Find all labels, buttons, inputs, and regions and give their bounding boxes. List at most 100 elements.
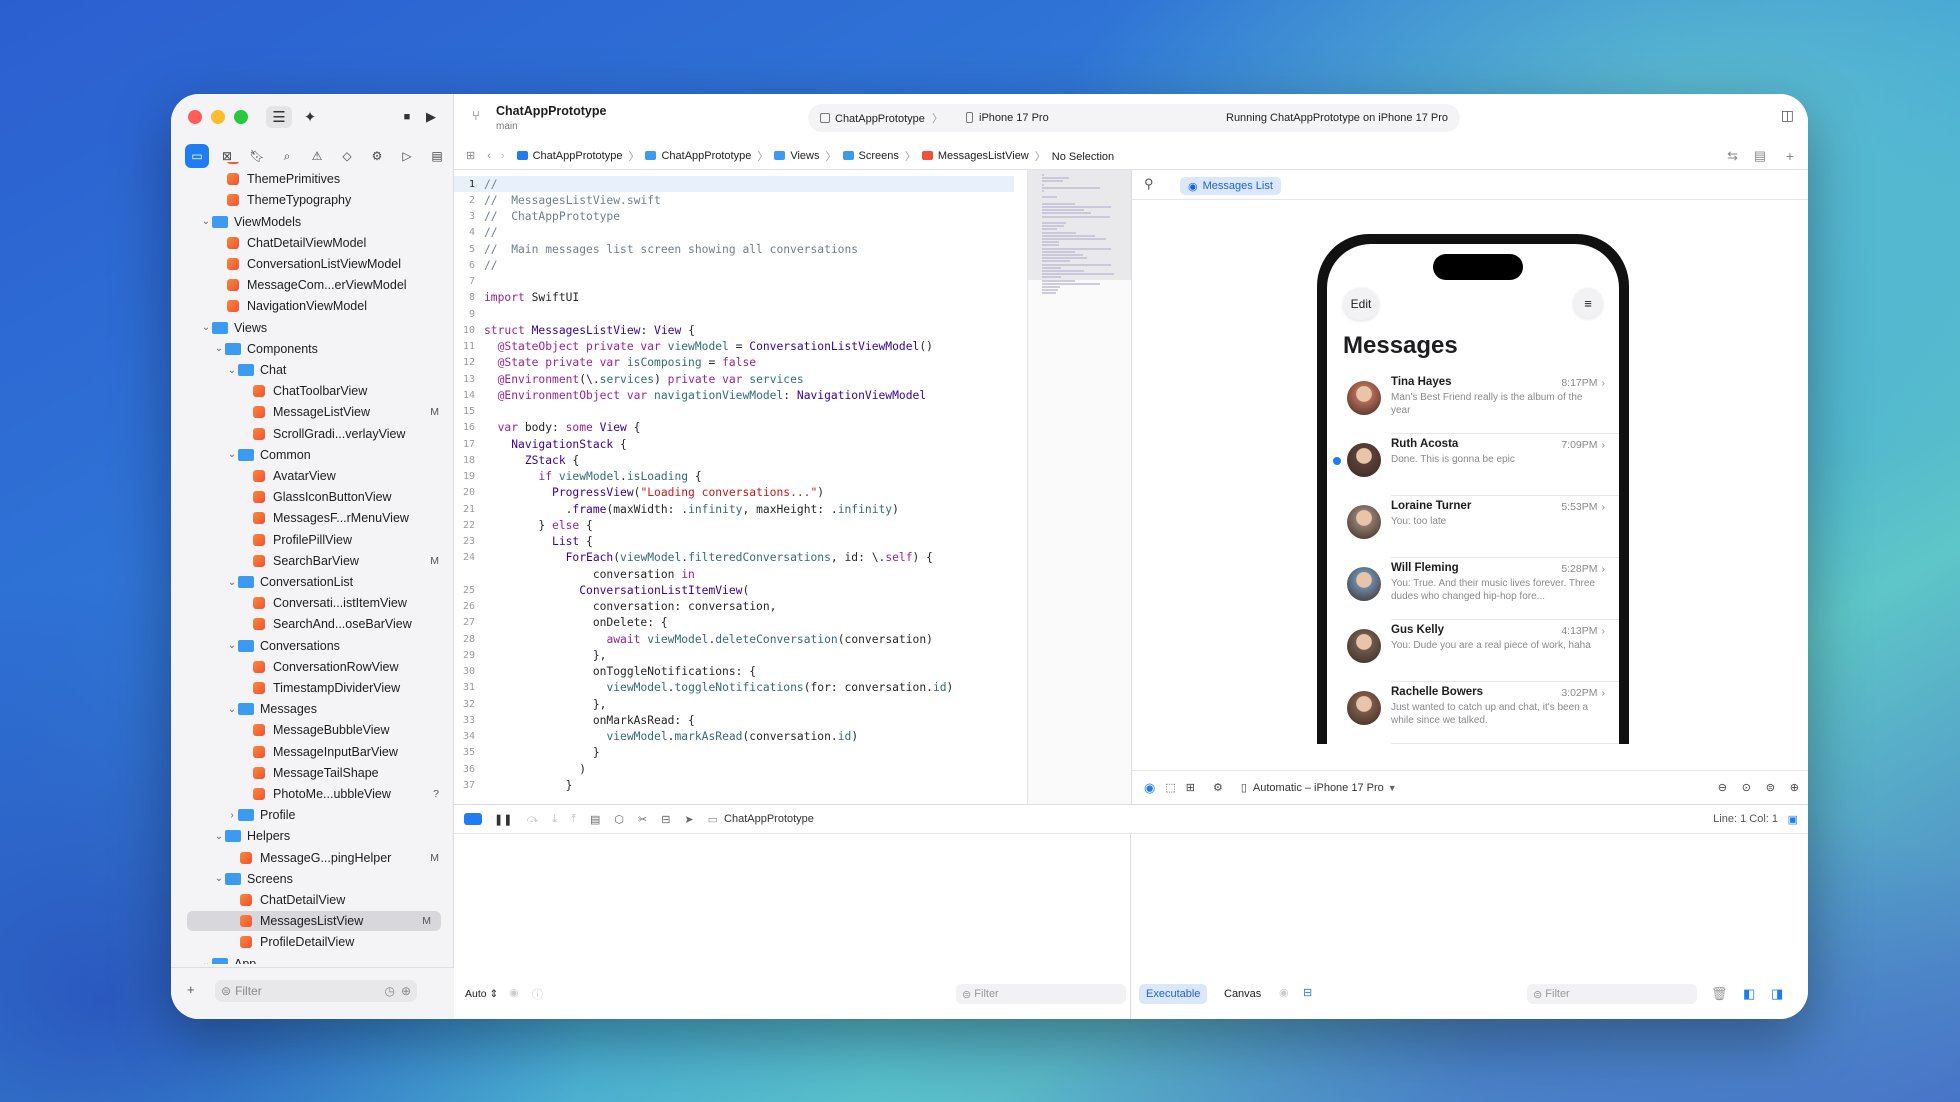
- navigator-filter-field[interactable]: ⊜ Filter ◷ ⊕: [215, 980, 417, 1002]
- variants-icon[interactable]: ⊞: [1186, 781, 1195, 794]
- device-selector[interactable]: iPhone 17 Pro: [966, 112, 1049, 124]
- navigator-file[interactable]: MessagesListView M: [187, 911, 441, 932]
- code-line[interactable]: 33 onMarkAsRead: {: [454, 712, 1014, 728]
- run-button[interactable]: ▶: [421, 106, 441, 128]
- navigator-file[interactable]: ScrollGradi...verlayView: [187, 424, 449, 444]
- breadcrumb-item[interactable]: No Selection: [1052, 151, 1114, 163]
- navigator-file[interactable]: AvatarView: [187, 466, 449, 486]
- breadcrumb-item[interactable]: Screens 〉: [842, 148, 916, 164]
- zoom-in-icon[interactable]: ⊕: [1790, 781, 1799, 794]
- code-line[interactable]: 5 // Main messages list screen showing al…: [454, 241, 1014, 257]
- chevron-down-icon[interactable]: ⌄: [226, 704, 238, 715]
- minimap[interactable]: [1027, 170, 1132, 804]
- navigator-folder[interactable]: ⌄ ViewModels: [187, 212, 449, 232]
- navigator-file[interactable]: MessageTailShape: [187, 763, 449, 783]
- pin-icon[interactable]: ⚲: [1144, 176, 1154, 192]
- editor-options-icon[interactable]: ▤: [1754, 148, 1766, 164]
- chevron-right-icon[interactable]: ›: [226, 810, 238, 821]
- stop-button[interactable]: ■: [397, 106, 417, 128]
- navigator-file[interactable]: NavigationViewModel: [187, 296, 449, 316]
- chevron-down-icon[interactable]: ⌄: [226, 640, 238, 651]
- close-window-button[interactable]: [188, 110, 202, 124]
- chevron-down-icon[interactable]: ⌄: [226, 365, 238, 376]
- breakpoints-toggle-icon[interactable]: [464, 813, 482, 825]
- code-line[interactable]: 17 NavigationStack {: [454, 436, 1014, 452]
- code-line[interactable]: 29 },: [454, 647, 1014, 663]
- chevron-down-icon[interactable]: ⌄: [226, 449, 238, 460]
- code-line[interactable]: 30 onToggleNotifications: {: [454, 664, 1014, 680]
- step-in-icon[interactable]: ⤓: [552, 813, 557, 826]
- code-line[interactable]: 34 viewModel.markAsRead(conversation.id): [454, 729, 1014, 745]
- left-panel-icon[interactable]: ◧: [1743, 986, 1755, 1002]
- forward-icon[interactable]: ›: [501, 150, 505, 162]
- code-line[interactable]: 16 var body: some View {: [454, 420, 1014, 436]
- console-options-icon[interactable]: ⊟: [1303, 986, 1312, 999]
- tab-executable[interactable]: Executable: [1139, 984, 1208, 1004]
- code-line[interactable]: 35 }: [454, 745, 1014, 761]
- navigator-file[interactable]: SearchAnd...oseBarView: [187, 614, 449, 634]
- code-line[interactable]: 2 // MessagesListView.swift: [454, 192, 1014, 208]
- code-line[interactable]: 9: [454, 306, 1014, 322]
- chevron-down-icon[interactable]: ⌄: [200, 322, 212, 333]
- coding-assistant-icon[interactable]: ✦: [297, 106, 323, 128]
- navigator-folder[interactable]: ⌄ Messages: [187, 699, 449, 719]
- chevron-down-icon[interactable]: ▼: [1388, 783, 1397, 793]
- code-line[interactable]: 32 },: [454, 696, 1014, 712]
- minimize-window-button[interactable]: [211, 110, 225, 124]
- navigator-file[interactable]: SearchBarView M: [187, 551, 449, 571]
- recent-filter-icon[interactable]: ◷: [385, 984, 395, 998]
- navigator-file[interactable]: MessageInputBarView: [187, 742, 449, 762]
- location-icon[interactable]: ➤: [684, 813, 693, 826]
- code-line[interactable]: 18 ZStack {: [454, 452, 1014, 468]
- navigator-folder[interactable]: ⌄ ConversationList: [187, 572, 449, 592]
- step-over-icon[interactable]: ⤼: [526, 813, 538, 826]
- conversation-row[interactable]: Rachelle Bowers 3:02PM › Just wanted to cat…: [1327, 682, 1619, 744]
- navigator-folder[interactable]: ⌄ Conversations: [187, 636, 449, 656]
- info-icon[interactable]: ⓘ: [532, 986, 543, 1002]
- conversation-row[interactable]: Ruth Acosta 7:09PM › Done. This is gonna be…: [1327, 434, 1619, 496]
- preview-pill[interactable]: ◉ Messages List: [1180, 177, 1281, 195]
- source-editor[interactable]: 1 // 2 // MessagesListView.swift 3 // ChatApp…: [454, 170, 1027, 804]
- live-preview-icon[interactable]: ◉: [1144, 780, 1155, 796]
- navigator-file[interactable]: MessageCom...erViewModel: [187, 275, 449, 295]
- code-line[interactable]: 3 // ChatAppPrototype: [454, 209, 1014, 225]
- zoom-window-button[interactable]: [234, 110, 248, 124]
- conversation-row[interactable]: Will Fleming 5:28PM › You: True. And their …: [1327, 558, 1619, 620]
- navigator-folder[interactable]: ⌄ Components: [187, 339, 449, 359]
- navigator-file[interactable]: MessageBubbleView: [187, 720, 449, 740]
- overrides-icon[interactable]: ⊟: [661, 813, 670, 826]
- debug-area-toggle-icon[interactable]: ▣: [1788, 813, 1798, 826]
- navigator-folder[interactable]: ⌄ Common: [187, 445, 449, 465]
- device-selector-label[interactable]: Automatic – iPhone 17 Pro: [1253, 782, 1384, 794]
- navigator-toggle-icon[interactable]: ☰: [266, 106, 292, 128]
- navigator-folder[interactable]: › Profile: [187, 805, 449, 825]
- code-line[interactable]: 6 //: [454, 257, 1014, 273]
- code-line[interactable]: 15: [454, 404, 1014, 420]
- code-line[interactable]: 23 List {: [454, 534, 1014, 550]
- navigator-file[interactable]: ChatToolbarView: [187, 381, 449, 401]
- pause-icon[interactable]: ❚❚: [494, 813, 512, 826]
- code-line[interactable]: 4 //: [454, 225, 1014, 241]
- chevron-down-icon[interactable]: ⌄: [200, 958, 212, 964]
- edit-button[interactable]: Edit: [1343, 288, 1379, 320]
- navigator-file[interactable]: ThemeColors: [187, 162, 449, 168]
- console-filter-field[interactable]: ⊜ Filter: [1527, 984, 1697, 1004]
- zoom-fit-icon[interactable]: ⊙: [1742, 781, 1751, 794]
- auto-selector[interactable]: Auto ⇕: [458, 984, 505, 1004]
- code-line[interactable]: 20 ProgressView("Loading conversations..…: [454, 485, 1014, 501]
- navigator-file[interactable]: PhotoMe...ubbleView?: [187, 784, 449, 804]
- memory-graph-icon[interactable]: ⬡: [614, 813, 624, 826]
- device-settings-icon[interactable]: ⚙︎: [1213, 781, 1223, 794]
- code-line[interactable]: 31 viewModel.toggleNotifications(for: co…: [454, 680, 1014, 696]
- tab-canvas[interactable]: Canvas: [1217, 984, 1268, 1004]
- navigator-file[interactable]: ConversationListViewModel: [187, 254, 449, 274]
- eye-icon[interactable]: ◉: [1279, 986, 1289, 999]
- code-line[interactable]: 27 onDelete: {: [454, 615, 1014, 631]
- code-line[interactable]: 24 ForEach(viewModel.filteredConversatio…: [454, 550, 1014, 566]
- scm-filter-icon[interactable]: ⊕: [401, 984, 411, 998]
- step-out-icon[interactable]: ⤒: [571, 813, 576, 826]
- code-line[interactable]: 25 ConversationListItemView(: [454, 582, 1014, 598]
- zoom-out-icon[interactable]: ⊖: [1718, 781, 1727, 794]
- quick-look-icon[interactable]: ◉: [509, 986, 519, 999]
- navigator-file[interactable]: ChatDetailView: [187, 890, 449, 910]
